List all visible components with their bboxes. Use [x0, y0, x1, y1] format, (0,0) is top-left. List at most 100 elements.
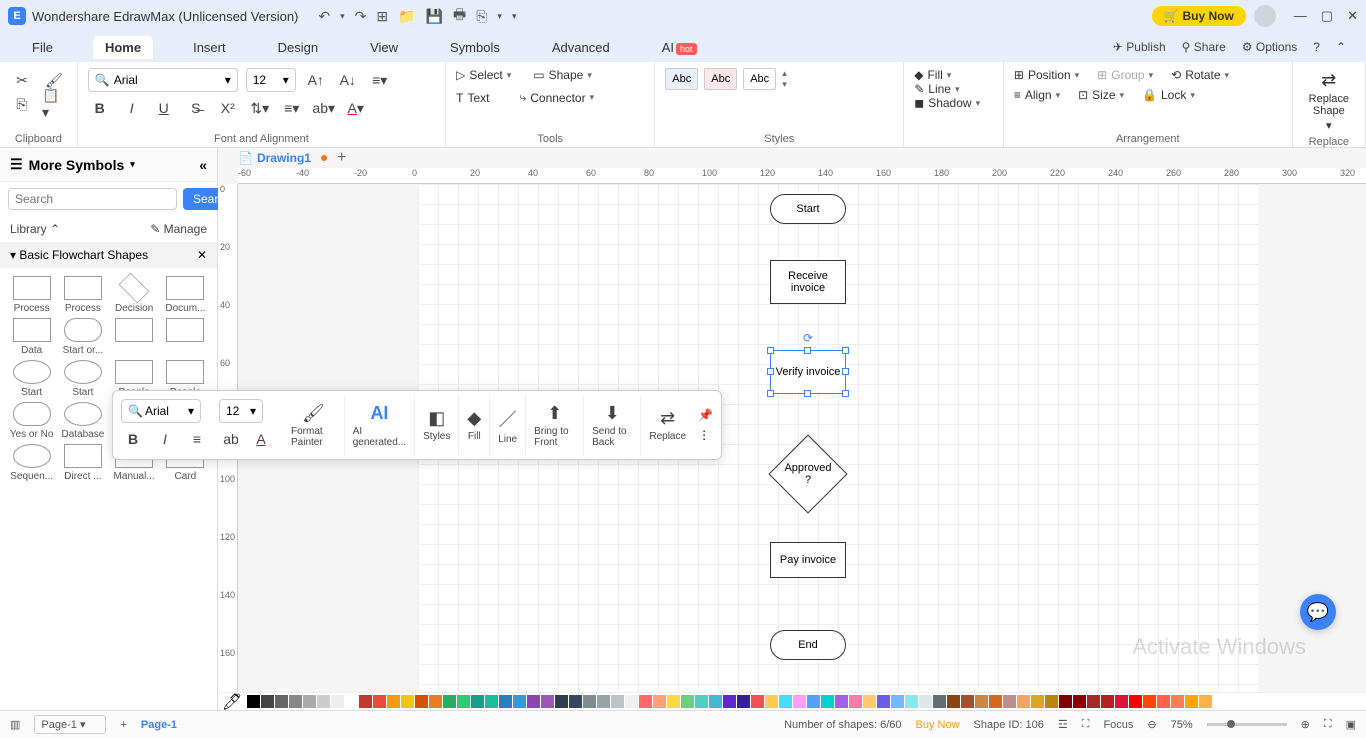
shape-palette-item[interactable]: Direct ... — [59, 444, 106, 482]
minimize-icon[interactable]: — — [1294, 8, 1307, 24]
color-swatch[interactable] — [639, 695, 652, 708]
color-swatch[interactable] — [597, 695, 610, 708]
undo-icon[interactable]: ↶ — [318, 8, 330, 25]
collapse-sidebar-icon[interactable]: « — [199, 157, 207, 173]
color-swatch[interactable] — [303, 695, 316, 708]
close-icon[interactable]: ✕ — [1347, 8, 1358, 24]
resize-handle[interactable] — [804, 390, 811, 397]
resize-handle[interactable] — [842, 347, 849, 354]
focus-icon[interactable]: ⛶ — [1082, 718, 1090, 731]
shape-palette-item[interactable]: Process — [59, 276, 106, 314]
help-icon[interactable]: ? — [1313, 40, 1320, 54]
collapse-ribbon-icon[interactable]: ⌃ — [1336, 40, 1346, 54]
color-swatch[interactable] — [1199, 695, 1212, 708]
new-icon[interactable]: ⊞ — [376, 8, 388, 25]
group-button[interactable]: ⊞ Group▾ — [1097, 68, 1153, 82]
shape-palette-item[interactable]: Start — [59, 360, 106, 398]
decrease-font-icon[interactable]: A↓ — [336, 68, 360, 92]
bullets-icon[interactable]: ≡▾ — [280, 96, 304, 120]
color-swatch[interactable] — [905, 695, 918, 708]
font-family-select[interactable]: 🔍 Arial ▾ — [88, 68, 238, 92]
shape-palette-item[interactable]: Decision — [111, 276, 158, 314]
color-swatch[interactable] — [1017, 695, 1030, 708]
color-swatch[interactable] — [569, 695, 582, 708]
superscript-icon[interactable]: X² — [216, 96, 240, 120]
shape-palette-item[interactable]: Start — [8, 360, 55, 398]
add-page-icon[interactable]: + — [120, 719, 126, 731]
share-button[interactable]: ⚲ Share — [1182, 40, 1226, 54]
color-swatch[interactable] — [1115, 695, 1128, 708]
shape-tool[interactable]: ▭ Shape▾ — [533, 68, 592, 82]
library-toggle[interactable]: Library ⌃ — [10, 222, 60, 236]
float-size-select[interactable]: 12▾ — [219, 399, 263, 423]
shape-approved[interactable]: Approved ? — [768, 434, 847, 513]
document-tab[interactable]: 📄 Drawing1 — [238, 151, 311, 165]
color-swatch[interactable] — [695, 695, 708, 708]
color-swatch[interactable] — [611, 695, 624, 708]
font-color-icon[interactable]: A▾ — [344, 96, 368, 120]
color-swatch[interactable] — [751, 695, 764, 708]
chat-icon[interactable]: 💬 — [1300, 594, 1336, 630]
color-swatch[interactable] — [1087, 695, 1100, 708]
float-align-icon[interactable]: ≡ — [185, 427, 209, 451]
color-picker-icon[interactable]: 🖊 — [222, 692, 242, 712]
float-ai[interactable]: AIAI generated... — [345, 395, 415, 455]
zoom-slider[interactable] — [1207, 723, 1287, 726]
page-tab[interactable]: Page-1 — [141, 719, 177, 731]
color-swatch[interactable] — [345, 695, 358, 708]
shape-palette-item[interactable] — [162, 318, 209, 356]
shape-palette-item[interactable]: Sequen... — [8, 444, 55, 482]
text-tool[interactable]: T Text — [456, 91, 489, 105]
color-swatch[interactable] — [1101, 695, 1114, 708]
manage-button[interactable]: ✎ Manage — [150, 222, 207, 236]
color-swatch[interactable] — [415, 695, 428, 708]
strike-icon[interactable]: S̶ — [184, 96, 208, 120]
color-swatch[interactable] — [625, 695, 638, 708]
resize-handle[interactable] — [767, 390, 774, 397]
cut-icon[interactable]: ✂ — [10, 68, 34, 92]
maximize-icon[interactable]: ▢ — [1321, 8, 1333, 24]
select-tool[interactable]: ▷ Select▾ — [456, 68, 511, 82]
color-swatch[interactable] — [1143, 695, 1156, 708]
shadow-button[interactable]: ◼ Shadow▾ — [914, 96, 993, 110]
category-header[interactable]: ▾ Basic Flowchart Shapes ✕ — [0, 242, 217, 268]
color-swatch[interactable] — [513, 695, 526, 708]
float-line[interactable]: ／Line — [490, 395, 526, 455]
tab-advanced[interactable]: Advanced — [540, 36, 622, 59]
options-button[interactable]: ⚙ Options — [1242, 40, 1297, 54]
shape-receive[interactable]: Receive invoice — [770, 260, 846, 304]
copy-icon[interactable]: ⎘ — [10, 92, 34, 116]
redo-icon[interactable]: ↷ — [355, 8, 367, 25]
shape-palette-item[interactable]: Docum... — [162, 276, 209, 314]
float-front[interactable]: ⬆Bring to Front — [526, 395, 584, 455]
shape-palette-item[interactable]: Start or... — [59, 318, 106, 356]
italic-icon[interactable]: I — [120, 96, 144, 120]
page-layout-icon[interactable]: ▥ — [10, 718, 20, 731]
tab-ai[interactable]: AIhot — [650, 36, 709, 59]
undo-dropdown[interactable]: ▾ — [340, 11, 345, 22]
size-button[interactable]: ⊡ Size▾ — [1078, 88, 1124, 102]
float-styles[interactable]: ◧Styles — [415, 395, 459, 455]
color-swatch[interactable] — [373, 695, 386, 708]
rotate-handle-icon[interactable]: ⟳ — [803, 331, 813, 345]
shape-start[interactable]: Start — [770, 194, 846, 224]
color-swatch[interactable] — [989, 695, 1002, 708]
style-preset-1[interactable]: Abc — [665, 68, 698, 90]
color-swatch[interactable] — [289, 695, 302, 708]
increase-font-icon[interactable]: A↑ — [304, 68, 328, 92]
style-preset-3[interactable]: Abc — [743, 68, 776, 90]
close-category-icon[interactable]: ✕ — [197, 248, 207, 262]
float-bold-icon[interactable]: B — [121, 427, 145, 451]
new-tab-icon[interactable]: + — [337, 149, 346, 167]
color-swatch[interactable] — [709, 695, 722, 708]
float-format-painter[interactable]: 🖌Format Painter — [283, 395, 345, 455]
fill-button[interactable]: ◆ Fill▾ — [914, 68, 993, 82]
color-swatch[interactable] — [261, 695, 274, 708]
tab-design[interactable]: Design — [266, 36, 330, 59]
color-swatch[interactable] — [877, 695, 890, 708]
resize-handle[interactable] — [842, 390, 849, 397]
float-replace[interactable]: ⇄Replace — [641, 395, 694, 455]
color-swatch[interactable] — [653, 695, 666, 708]
float-pin-icon[interactable]: 📌 — [698, 408, 713, 422]
float-case-icon[interactable]: ab — [219, 427, 243, 451]
